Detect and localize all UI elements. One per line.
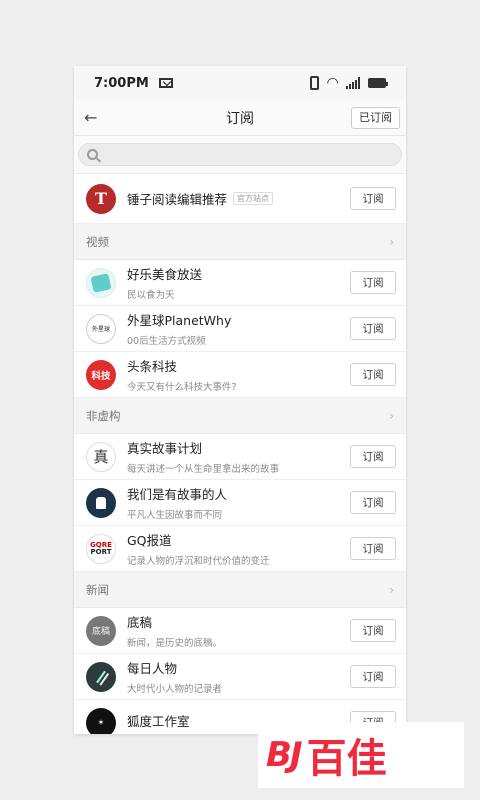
item-desc: 记录人物的浮沉和时代价值的变迁 bbox=[127, 556, 270, 567]
vibrate-icon bbox=[310, 76, 320, 90]
item-name: 好乐美食放送 bbox=[127, 267, 203, 282]
section-header-video[interactable]: 视频 › bbox=[74, 224, 406, 260]
gq-avatar-line-2: PORT bbox=[90, 547, 112, 556]
list-item[interactable]: 我们是有故事的人 平凡人生因故事而不同 订阅 bbox=[74, 480, 406, 526]
section-title: 非虚构 bbox=[86, 408, 121, 423]
item-info: 每日人物 大时代小人物的记录者 bbox=[127, 658, 350, 695]
item-name: 外星球PlanetWhy bbox=[127, 313, 232, 328]
item-name: 头条科技 bbox=[127, 359, 178, 374]
item-info: 头条科技 今天又有什么科技大事件? bbox=[127, 356, 350, 393]
list-item[interactable]: 底稿 底稿 新闻，是历史的底稿。 订阅 bbox=[74, 608, 406, 654]
subscribe-button[interactable]: 订阅 bbox=[350, 187, 396, 210]
section-title: 视频 bbox=[86, 234, 109, 249]
nav-bar: ← 订阅 已订阅 bbox=[74, 100, 406, 136]
tech-avatar: 科技 bbox=[86, 359, 116, 390]
item-desc: 民以食为天 bbox=[127, 290, 175, 301]
battery-icon bbox=[368, 78, 388, 88]
food-avatar-icon bbox=[86, 267, 116, 298]
item-info: 外星球PlanetWhy 00后生活方式视频 bbox=[127, 310, 350, 347]
item-desc: 每天讲述一个从生命里拿出来的故事 bbox=[127, 464, 280, 475]
item-name: GQ报道 bbox=[127, 533, 172, 548]
subscribe-button[interactable]: 订阅 bbox=[350, 537, 396, 560]
back-arrow-icon[interactable]: ← bbox=[84, 108, 97, 127]
fox-avatar-icon: ✶ bbox=[86, 707, 116, 734]
list-item[interactable]: GQRE PORT GQ报道 记录人物的浮沉和时代价值的变迁 订阅 bbox=[74, 526, 406, 572]
subscribe-button[interactable]: 订阅 bbox=[350, 665, 396, 688]
list-item-featured[interactable]: T 锤子阅读编辑推荐 官方站点 订阅 bbox=[74, 174, 406, 224]
item-name: 锤子阅读编辑推荐 bbox=[127, 192, 228, 207]
search-icon bbox=[87, 149, 98, 160]
phone-screen: 7:00PM ◠ ← 订阅 已订阅 T 锤子阅读编辑推荐 官方站点 订阅 视频 … bbox=[74, 66, 406, 734]
item-name: 底稿 bbox=[127, 615, 153, 630]
item-desc: 新闻，是历史的底稿。 bbox=[127, 638, 223, 649]
search-box[interactable] bbox=[78, 143, 402, 166]
subscribe-button[interactable]: 订阅 bbox=[350, 363, 396, 386]
chevron-right-icon: › bbox=[389, 408, 394, 423]
subscribe-button[interactable]: 订阅 bbox=[350, 491, 396, 514]
item-info: 好乐美食放送 民以食为天 bbox=[127, 264, 350, 301]
item-info: 真实故事计划 每天讲述一个从生命里拿出来的故事 bbox=[127, 438, 350, 475]
item-info: GQ报道 记录人物的浮沉和时代价值的变迁 bbox=[127, 530, 350, 567]
item-info: 锤子阅读编辑推荐 官方站点 bbox=[127, 189, 350, 208]
chevron-right-icon: › bbox=[389, 234, 394, 249]
gq-avatar: GQRE PORT bbox=[86, 533, 116, 564]
search-bar bbox=[74, 136, 406, 174]
status-icons: ◠ bbox=[310, 75, 388, 91]
list-item[interactable]: 好乐美食放送 民以食为天 订阅 bbox=[74, 260, 406, 306]
item-desc: 今天又有什么科技大事件? bbox=[127, 382, 237, 393]
item-name-row: 锤子阅读编辑推荐 官方站点 bbox=[127, 189, 350, 208]
status-bar: 7:00PM ◠ bbox=[74, 66, 406, 100]
chevron-right-icon: › bbox=[389, 582, 394, 597]
section-header-nonfiction[interactable]: 非虚构 › bbox=[74, 398, 406, 434]
item-desc: 大时代小人物的记录者 bbox=[127, 684, 223, 695]
section-header-news[interactable]: 新闻 › bbox=[74, 572, 406, 608]
subscribe-button[interactable]: 订阅 bbox=[350, 445, 396, 468]
real-story-avatar: 真 bbox=[86, 441, 116, 472]
story-people-avatar-icon bbox=[86, 487, 116, 518]
subscribe-button[interactable]: 订阅 bbox=[350, 271, 396, 294]
item-name: 每日人物 bbox=[127, 661, 178, 676]
list-item[interactable]: 外星球 外星球PlanetWhy 00后生活方式视频 订阅 bbox=[74, 306, 406, 352]
watermark-text: 百佳 bbox=[306, 736, 387, 782]
watermark: BJ 百佳 bbox=[258, 722, 464, 788]
item-name: 真实故事计划 bbox=[127, 441, 203, 456]
signal-icon bbox=[346, 77, 360, 89]
watermark-logo: BJ bbox=[266, 735, 303, 775]
item-desc: 平凡人生因故事而不同 bbox=[127, 510, 223, 521]
subscribed-button[interactable]: 已订阅 bbox=[351, 107, 400, 129]
item-name: 我们是有故事的人 bbox=[127, 487, 228, 502]
item-desc: 00后生活方式视频 bbox=[127, 336, 206, 347]
draft-avatar: 底稿 bbox=[86, 615, 116, 646]
planet-avatar: 外星球 bbox=[86, 313, 116, 344]
list-item[interactable]: 科技 头条科技 今天又有什么科技大事件? 订阅 bbox=[74, 352, 406, 398]
page-title: 订阅 bbox=[226, 110, 254, 127]
list-item[interactable]: 每日人物 大时代小人物的记录者 订阅 bbox=[74, 654, 406, 700]
wifi-icon: ◠ bbox=[327, 75, 338, 91]
subscribe-button[interactable]: 订阅 bbox=[350, 317, 396, 340]
subscribe-button[interactable]: 订阅 bbox=[350, 619, 396, 642]
daily-people-avatar-icon bbox=[86, 661, 116, 692]
section-title: 新闻 bbox=[86, 582, 109, 597]
search-input[interactable] bbox=[106, 148, 401, 161]
list-item[interactable]: 真 真实故事计划 每天讲述一个从生命里拿出来的故事 订阅 bbox=[74, 434, 406, 480]
item-info: 底稿 新闻，是历史的底稿。 bbox=[127, 612, 350, 649]
status-time: 7:00PM bbox=[94, 75, 149, 91]
item-info: 我们是有故事的人 平凡人生因故事而不同 bbox=[127, 484, 350, 521]
hammer-logo-icon: T bbox=[86, 183, 116, 214]
official-tag: 官方站点 bbox=[233, 192, 274, 205]
mail-icon bbox=[158, 78, 173, 88]
